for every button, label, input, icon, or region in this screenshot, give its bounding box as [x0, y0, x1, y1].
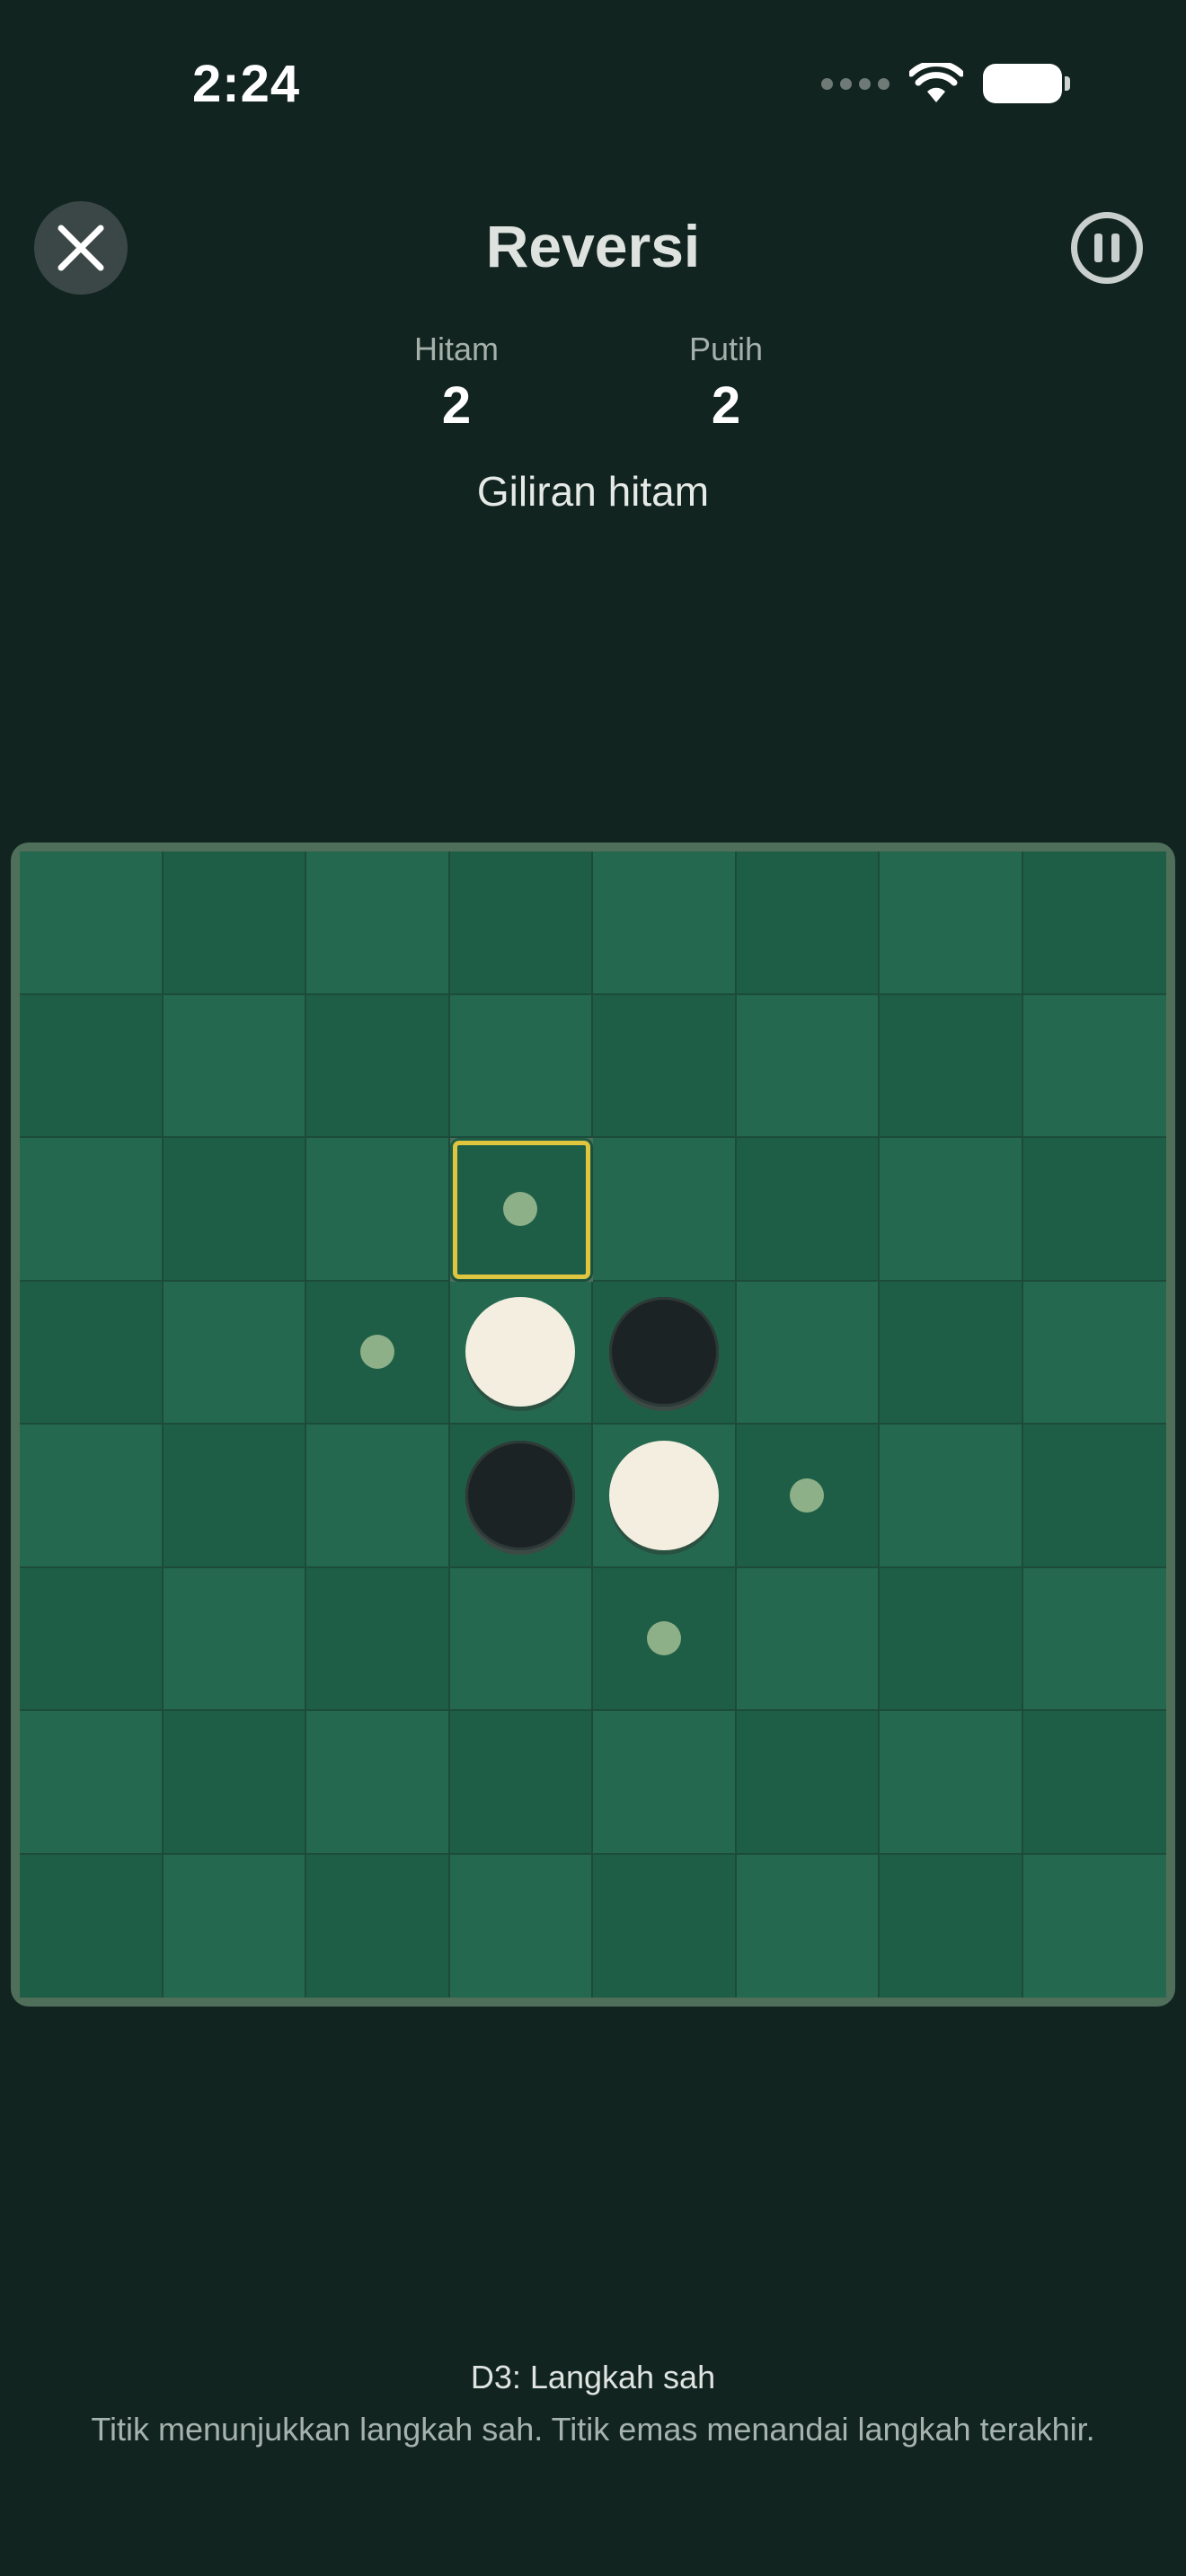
hint-text: Titik menunjukkan langkah sah. Titik ema… — [91, 2411, 1095, 2448]
white-disc — [465, 1297, 576, 1407]
board-cell-G2[interactable] — [880, 994, 1023, 1138]
board-cell-H3[interactable] — [1022, 1138, 1166, 1282]
board-cell-D2[interactable] — [449, 994, 593, 1138]
board-cell-E5[interactable] — [593, 1425, 737, 1568]
score-black-value: 2 — [441, 376, 472, 435]
page-title: Reversi — [485, 213, 701, 279]
board-cell-B5[interactable] — [163, 1425, 306, 1568]
cellular-signal-icon — [821, 77, 890, 90]
board-cell-G4[interactable] — [880, 1281, 1023, 1425]
board-cell-G3[interactable] — [880, 1138, 1023, 1282]
board-cell-C3[interactable] — [306, 1138, 450, 1282]
board-cell-H8[interactable] — [1022, 1854, 1166, 1998]
board-cell-D8[interactable] — [449, 1854, 593, 1998]
board-cell-G1[interactable] — [880, 851, 1023, 995]
black-disc — [608, 1297, 719, 1407]
board-cell-H6[interactable] — [1022, 1567, 1166, 1711]
legal-move-dot — [646, 1621, 681, 1656]
board-cell-A8[interactable] — [20, 1854, 164, 1998]
board-cell-H5[interactable] — [1022, 1425, 1166, 1568]
battery-icon — [983, 64, 1070, 103]
white-disc — [608, 1440, 719, 1550]
board-cell-A4[interactable] — [20, 1281, 164, 1425]
board-cell-A7[interactable] — [20, 1711, 164, 1855]
board-cell-E8[interactable] — [593, 1854, 737, 1998]
board-cell-E6[interactable] — [593, 1567, 737, 1711]
board-cell-D6[interactable] — [449, 1567, 593, 1711]
board-cell-G7[interactable] — [880, 1711, 1023, 1855]
legal-move-dot — [503, 1191, 538, 1226]
game-board[interactable] — [20, 851, 1166, 1998]
board-cell-F1[interactable] — [736, 851, 880, 995]
board-cell-G5[interactable] — [880, 1425, 1023, 1568]
board-cell-H4[interactable] — [1022, 1281, 1166, 1425]
board-cell-H7[interactable] — [1022, 1711, 1166, 1855]
board-cell-A5[interactable] — [20, 1425, 164, 1568]
board-cell-A2[interactable] — [20, 994, 164, 1138]
board-cell-C2[interactable] — [306, 994, 450, 1138]
board-cell-E4[interactable] — [593, 1281, 737, 1425]
board-cell-H1[interactable] — [1022, 851, 1166, 995]
board-cell-E7[interactable] — [593, 1711, 737, 1855]
status-icons — [821, 63, 1070, 104]
board-cell-F5[interactable] — [736, 1425, 880, 1568]
board-cell-F7[interactable] — [736, 1711, 880, 1855]
legal-move-dot — [359, 1335, 394, 1370]
score-white-value: 2 — [711, 376, 741, 435]
board-cell-H2[interactable] — [1022, 994, 1166, 1138]
board-cell-B1[interactable] — [163, 851, 306, 995]
board-cell-F4[interactable] — [736, 1281, 880, 1425]
black-disc — [465, 1440, 576, 1550]
board-cell-C4[interactable] — [306, 1281, 450, 1425]
wifi-icon — [909, 63, 963, 102]
reversi-screen: 2:24 Reversi Hitam 2 Putih 2 Giliran hit… — [0, 0, 1186, 2576]
board-cell-C1[interactable] — [306, 851, 450, 995]
pause-button[interactable] — [1071, 212, 1143, 284]
board-cell-A1[interactable] — [20, 851, 164, 995]
board-cell-C5[interactable] — [306, 1425, 450, 1568]
board-cell-C8[interactable] — [306, 1854, 450, 1998]
board-cell-B2[interactable] — [163, 994, 306, 1138]
board-cell-A6[interactable] — [20, 1567, 164, 1711]
score-white: Putih 2 — [636, 331, 816, 436]
board-cell-B8[interactable] — [163, 1854, 306, 1998]
board-cell-D3[interactable] — [449, 1138, 593, 1282]
board-cell-F8[interactable] — [736, 1854, 880, 1998]
move-status: D3: Langkah sah — [470, 2359, 716, 2395]
board-cell-E2[interactable] — [593, 994, 737, 1138]
pause-icon — [1094, 234, 1102, 262]
legal-move-dot — [790, 1478, 825, 1513]
board-cell-F6[interactable] — [736, 1567, 880, 1711]
board-cell-B6[interactable] — [163, 1567, 306, 1711]
board-cell-D5[interactable] — [449, 1425, 593, 1568]
board-cell-G8[interactable] — [880, 1854, 1023, 1998]
board-cell-B7[interactable] — [163, 1711, 306, 1855]
board-cell-D4[interactable] — [449, 1281, 593, 1425]
board-cell-E3[interactable] — [593, 1138, 737, 1282]
board-frame — [11, 842, 1175, 2007]
board-cell-E1[interactable] — [593, 851, 737, 995]
board-cell-C7[interactable] — [306, 1711, 450, 1855]
board-cell-C6[interactable] — [306, 1567, 450, 1711]
board-cell-F2[interactable] — [736, 994, 880, 1138]
score-white-label: Putih — [688, 331, 764, 367]
board-cell-F3[interactable] — [736, 1138, 880, 1282]
turn-indicator: Giliran hitam — [476, 468, 710, 515]
score-black: Hitam 2 — [367, 331, 546, 436]
board-cell-D1[interactable] — [449, 851, 593, 995]
board-cell-G6[interactable] — [880, 1567, 1023, 1711]
board-cell-B3[interactable] — [163, 1138, 306, 1282]
board-cell-D7[interactable] — [449, 1711, 593, 1855]
status-time: 2:24 — [192, 55, 301, 113]
board-cell-B4[interactable] — [163, 1281, 306, 1425]
score-black-label: Hitam — [413, 331, 499, 367]
board-cell-A3[interactable] — [20, 1138, 164, 1282]
